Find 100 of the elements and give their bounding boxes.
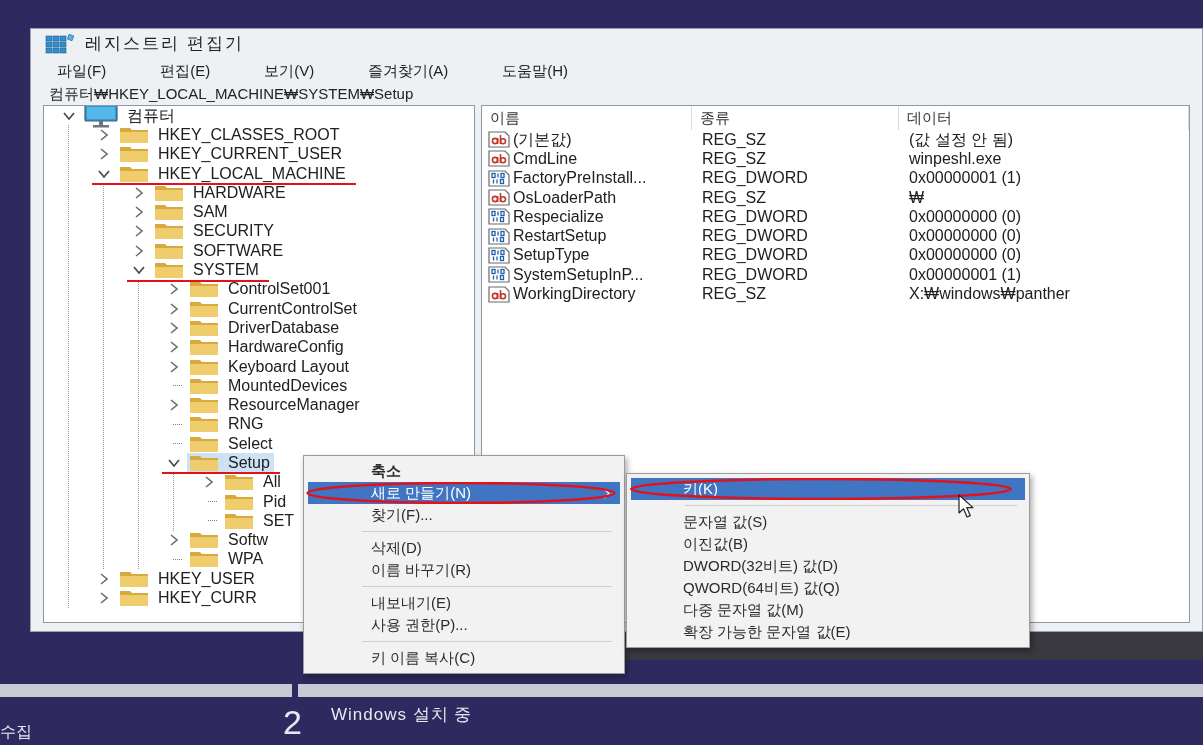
- tree-item[interactable]: HKEY_CURR: [117, 588, 261, 608]
- menu-item[interactable]: 사용 권한(P)...: [308, 614, 620, 636]
- value-type: REG_DWORD: [702, 265, 808, 283]
- step-label: 수집: [0, 722, 32, 742]
- tree-item[interactable]: SECURITY: [152, 221, 278, 241]
- tree-item[interactable]: HARDWARE: [152, 183, 290, 203]
- menu-item[interactable]: 이름 바꾸기(R): [308, 559, 620, 581]
- folder-icon: [189, 357, 219, 376]
- menu-item[interactable]: 확장 가능한 문자열 값(E): [631, 621, 1025, 643]
- folder-icon: [119, 569, 149, 588]
- menu-bar-item[interactable]: 보기(V): [264, 59, 315, 83]
- menu-item[interactable]: 축소: [308, 460, 620, 482]
- chevron-right-icon[interactable]: [135, 186, 143, 199]
- value-name: RestartSetup: [513, 226, 607, 247]
- tree-item[interactable]: ControlSet001: [187, 279, 335, 299]
- menu-bar-item[interactable]: 도움말(H): [502, 59, 568, 83]
- chevron-right-icon[interactable]: [170, 302, 178, 315]
- menu-item[interactable]: 문자열 값(S): [631, 511, 1025, 533]
- folder-icon: [154, 241, 184, 260]
- tree-item[interactable]: HKEY_CURRENT_USER: [117, 144, 347, 164]
- chevron-right-icon[interactable]: [100, 128, 108, 141]
- tree-item[interactable]: RNG: [187, 414, 268, 434]
- tree-connector: [208, 501, 217, 503]
- chevron-right-icon[interactable]: [170, 360, 178, 373]
- tree-item[interactable]: Setup: [187, 453, 274, 473]
- value-type: REG_DWORD: [702, 227, 808, 245]
- binary-value-icon: [488, 246, 510, 264]
- tree-item[interactable]: WPA: [187, 549, 268, 569]
- column-header[interactable]: 데이터: [899, 106, 1189, 130]
- chevron-right-icon[interactable]: [135, 206, 143, 219]
- folder-icon: [189, 376, 219, 395]
- value-type: REG_SZ: [702, 149, 766, 167]
- folder-icon: [119, 145, 149, 164]
- value-name: (기본값): [513, 129, 572, 150]
- folder-icon: [119, 589, 149, 608]
- tree-item[interactable]: MountedDevices: [187, 376, 352, 396]
- tree-connector: [173, 423, 182, 425]
- value-type: REG_SZ: [702, 188, 766, 206]
- folder-icon: [189, 396, 219, 415]
- tree-item[interactable]: SAM: [152, 202, 232, 222]
- value-name: CmdLine: [513, 148, 578, 169]
- tree-item[interactable]: SYSTEM: [152, 260, 263, 280]
- tree-item[interactable]: DriverDatabase: [187, 318, 344, 338]
- chevron-right-icon[interactable]: [100, 592, 108, 605]
- tree-item[interactable]: Keyboard Layout: [187, 357, 353, 376]
- menu-bar-item[interactable]: 편집(E): [160, 59, 211, 83]
- tree-item[interactable]: SOFTWARE: [152, 241, 288, 261]
- column-header[interactable]: 이름: [482, 106, 692, 130]
- chevron-down-icon[interactable]: [63, 111, 75, 120]
- value-data: 0x00000001 (1): [909, 265, 1022, 283]
- menu-item[interactable]: 내보내기(E): [308, 592, 620, 614]
- chevron-down-icon[interactable]: [168, 459, 180, 467]
- folder-icon: [154, 222, 184, 241]
- value-name: WorkingDirectory: [513, 284, 636, 305]
- chevron-down-icon[interactable]: [133, 266, 145, 274]
- chevron-right-icon[interactable]: [100, 572, 108, 585]
- folder-icon: [189, 299, 219, 318]
- tree-item[interactable]: HKEY_USER: [117, 569, 259, 589]
- column-header[interactable]: 종류: [692, 106, 899, 130]
- chevron-right-icon[interactable]: [135, 244, 143, 257]
- folder-icon: [154, 261, 184, 279]
- folder-icon: [119, 125, 149, 144]
- menu-bar-item[interactable]: 파일(F): [57, 59, 107, 83]
- chevron-right-icon[interactable]: [205, 476, 213, 489]
- value-type: REG_SZ: [702, 130, 766, 148]
- step-number: 2: [283, 703, 302, 741]
- folder-icon: [224, 473, 254, 492]
- menu-item[interactable]: QWORD(64비트) 값(Q): [631, 577, 1025, 599]
- value-type: REG_DWORD: [702, 246, 808, 264]
- value-data: (값 설정 안 됨): [909, 130, 1013, 148]
- tree-item[interactable]: SET: [222, 511, 299, 531]
- menu-item[interactable]: 이진값(B): [631, 533, 1025, 555]
- tree-item[interactable]: Pid: [222, 492, 291, 512]
- chevron-down-icon[interactable]: [98, 169, 110, 178]
- chevron-right-icon[interactable]: [170, 341, 178, 354]
- tree-item[interactable]: Select: [187, 434, 277, 454]
- window-title: 레지스트리 편집기: [85, 33, 244, 56]
- chevron-right-icon[interactable]: [170, 283, 178, 296]
- address-field[interactable]: 컴퓨터₩HKEY_LOCAL_MACHINE₩SYSTEM₩Setup: [49, 82, 414, 106]
- menu-item[interactable]: 다중 문자열 값(M): [631, 599, 1025, 621]
- menu-bar-item[interactable]: 즐겨찾기(A): [368, 59, 449, 83]
- chevron-right-icon[interactable]: [170, 399, 178, 412]
- tree-item[interactable]: HKEY_CLASSES_ROOT: [117, 125, 344, 145]
- value-data: 0x00000001 (1): [909, 169, 1022, 187]
- monitor-icon: [84, 106, 118, 128]
- menu-item[interactable]: DWORD(32비트) 값(D): [631, 555, 1025, 577]
- chevron-right-icon[interactable]: [100, 148, 108, 161]
- tree-item[interactable]: HardwareConfig: [187, 337, 348, 357]
- chevron-right-icon[interactable]: [170, 321, 178, 334]
- tree-item[interactable]: CurrentControlSet: [187, 299, 361, 319]
- chevron-right-icon[interactable]: [135, 225, 143, 238]
- tree-item[interactable]: All: [222, 472, 285, 492]
- menu-item[interactable]: 삭제(D): [308, 537, 620, 559]
- tree-item[interactable]: HKEY_LOCAL_MACHINE: [117, 164, 350, 184]
- tree-item[interactable]: ResourceManager: [187, 395, 364, 415]
- menu-item[interactable]: 키 이름 복사(C): [308, 647, 620, 669]
- tree-item[interactable]: 컴퓨터: [82, 106, 179, 126]
- tree-item[interactable]: Softw: [187, 530, 272, 550]
- chevron-right-icon[interactable]: [170, 534, 178, 547]
- menu-item[interactable]: 찾기(F)...: [308, 504, 620, 526]
